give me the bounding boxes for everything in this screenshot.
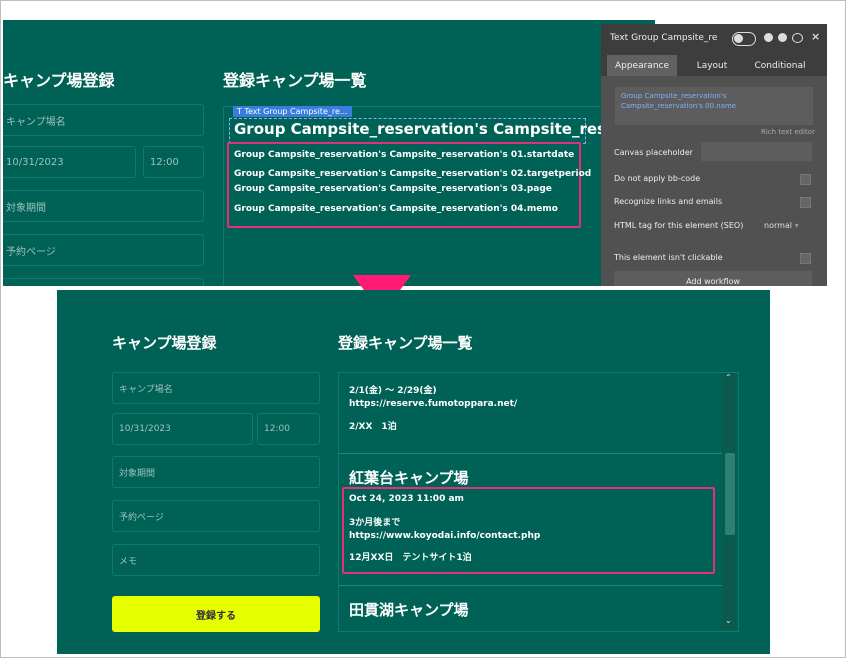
page-field[interactable]: 予約ページ xyxy=(3,234,204,266)
recognize-links-label: Recognize links and emails xyxy=(614,197,723,206)
scrollbar-thumb[interactable] xyxy=(725,453,735,535)
period-input[interactable]: 対象期間 xyxy=(112,456,320,488)
item1-name: 紅葉台キャンプ場 xyxy=(349,469,469,487)
rich-text-link[interactable]: Rich text editor xyxy=(761,128,815,136)
html-tag-select[interactable]: normal ▾ xyxy=(764,221,799,230)
element-tag: T Text Group Campsite_re... xyxy=(233,106,352,117)
time-field[interactable]: 12:00 xyxy=(143,146,204,178)
name-field[interactable]: キャンプ場名 xyxy=(3,104,204,136)
panel-header: Text Group Campsite_re × xyxy=(601,24,827,52)
html-tag-label: HTML tag for this element (SEO) xyxy=(614,221,744,230)
no-bbcode-label: Do not apply bb-code xyxy=(614,174,701,183)
item2-name: 田貫湖キャンプ場 xyxy=(349,601,469,619)
panel-title: Text Group Campsite_re xyxy=(610,33,718,43)
date-input[interactable]: 10/31/2023 xyxy=(112,413,253,445)
toggle-knob xyxy=(734,34,743,43)
memo-text: Group Campsite_reservation's Campsite_re… xyxy=(234,204,558,214)
property-editor: Text Group Campsite_re × Appearance Layo… xyxy=(601,24,827,286)
info-icon[interactable] xyxy=(778,33,787,42)
canvas-placeholder-label: Canvas placeholder xyxy=(614,148,693,157)
dynamic-text-input[interactable]: Group Campsite_reservation's Campsite_re… xyxy=(615,87,813,125)
no-bbcode-checkbox[interactable] xyxy=(800,174,811,185)
page-text: Group Campsite_reservation's Campsite_re… xyxy=(234,184,552,194)
chevron-down-icon: ▾ xyxy=(794,221,799,230)
item0-period: 2/1(金) ～ 2/29(金) xyxy=(349,386,437,396)
divider xyxy=(339,585,722,586)
item0-url: https://reserve.fumotoppara.net/ xyxy=(349,399,518,409)
tab-appearance[interactable]: Appearance xyxy=(607,55,677,76)
list-heading: 登録キャンプ場一覧 xyxy=(338,334,473,352)
add-workflow-button[interactable]: Add workflow xyxy=(614,271,812,286)
item0-memo: 2/XX 1泊 xyxy=(349,422,397,432)
not-clickable-checkbox[interactable] xyxy=(800,253,811,264)
date-field[interactable]: 10/31/2023 xyxy=(3,146,136,178)
period-field[interactable]: 対象期間 xyxy=(3,190,204,222)
memo-field[interactable] xyxy=(3,278,204,286)
not-clickable-label: This element isn't clickable xyxy=(614,253,723,262)
comment-icon[interactable] xyxy=(792,33,803,43)
targetperiod-text: Group Campsite_reservation's Campsite_re… xyxy=(234,169,592,179)
chevron-up-icon[interactable]: ⌃ xyxy=(725,373,732,382)
register-button[interactable]: 登録する xyxy=(112,596,320,632)
campsite-name-input[interactable]: キャンプ場名 xyxy=(112,372,320,404)
highlight-box-bottom xyxy=(342,487,715,574)
startdate-text: Group Campsite_reservation's Campsite_re… xyxy=(234,150,575,160)
recognize-links-checkbox[interactable] xyxy=(800,197,811,208)
panel-tabs: Appearance Layout Conditional xyxy=(601,52,827,76)
campsite-name-text[interactable]: Group Campsite_reservation's Campsite_re… xyxy=(234,120,623,138)
play-icon[interactable] xyxy=(764,33,773,42)
left-heading: キャンプ場登録 xyxy=(3,71,115,90)
tab-conditional[interactable]: Conditional xyxy=(747,55,813,76)
tab-layout[interactable]: Layout xyxy=(685,55,739,76)
chevron-down-icon[interactable]: ⌄ xyxy=(725,616,732,625)
register-heading: キャンプ場登録 xyxy=(112,334,217,352)
canvas-placeholder-input[interactable] xyxy=(701,142,812,161)
divider xyxy=(339,453,722,454)
memo-input[interactable]: メモ xyxy=(112,544,320,576)
html-tag-value: normal xyxy=(764,221,793,230)
right-heading: 登録キャンプ場一覧 xyxy=(223,71,367,90)
close-icon[interactable]: × xyxy=(811,30,820,43)
preview-page: キャンプ場登録 登録キャンプ場一覧 キャンプ場名 10/31/2023 12:0… xyxy=(57,290,770,654)
time-input[interactable]: 12:00 xyxy=(257,413,320,445)
reservation-page-input[interactable]: 予約ページ xyxy=(112,500,320,532)
